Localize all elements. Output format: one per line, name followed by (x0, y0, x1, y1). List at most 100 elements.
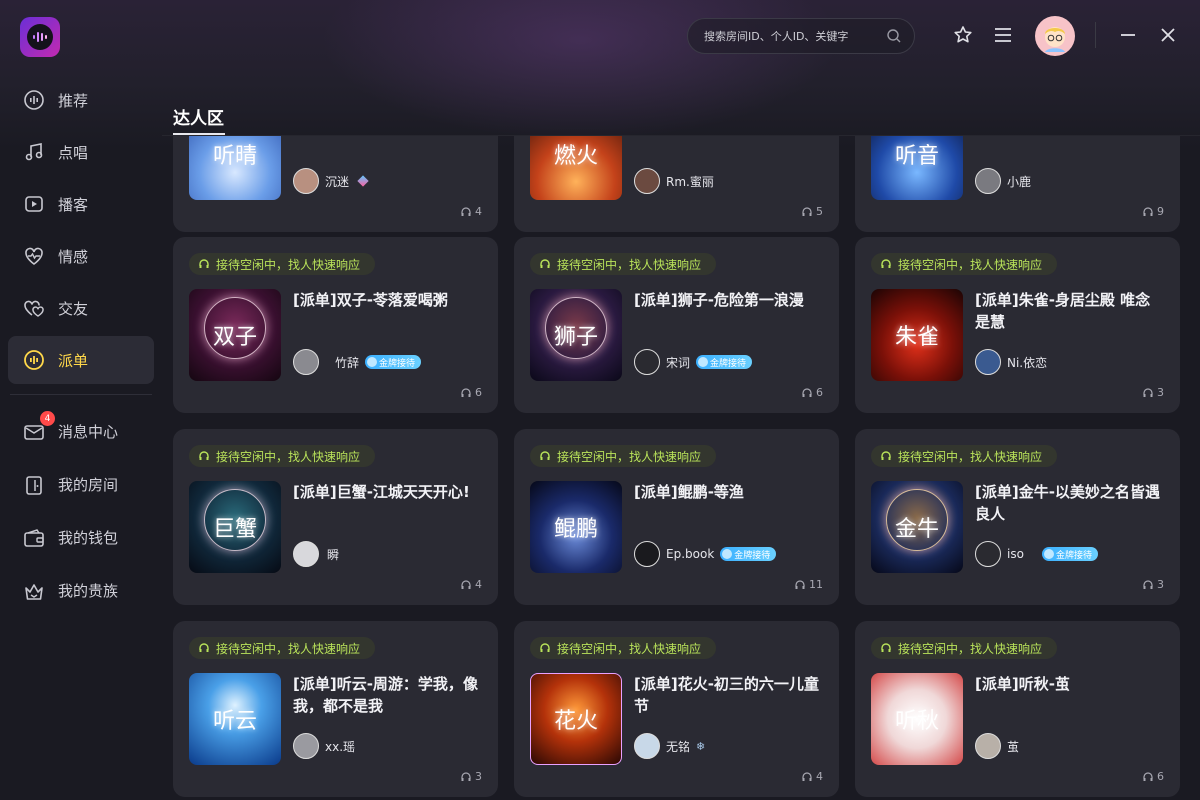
room-card[interactable]: 接待空闲中，找人快速响应 金牛 [派单]金牛-以美妙之名皆遇良人 iso 金牌接… (855, 429, 1180, 605)
status-tag: 接待空闲中，找人快速响应 (189, 637, 376, 659)
snowflake-icon: ❄ (696, 739, 706, 753)
headset-icon (198, 642, 210, 654)
listener-count: 4 (801, 770, 823, 783)
status-tag: 接待空闲中，找人快速响应 (189, 253, 376, 275)
room-title: [派单]花火-初三的六一儿童节 (634, 675, 819, 715)
room-host: Rm.蜜丽 (634, 168, 720, 194)
room-cover: 鲲鹏 (530, 481, 622, 573)
room-card[interactable]: 接待空闲中，找人快速响应 听云 [派单]听云-周游：学我，像我，都不是我 xx.… (173, 621, 498, 797)
room-card[interactable]: 燃火 Rm.蜜丽 5 (514, 136, 839, 232)
listener-count: 11 (794, 578, 823, 591)
room-host: 小鹿 (975, 168, 1037, 194)
headset-icon (539, 450, 551, 462)
headset-icon (880, 642, 892, 654)
cover-text: 双子 (212, 325, 257, 350)
cover-text: 听云 (212, 709, 257, 734)
room-cover: 燃火 (530, 136, 622, 200)
sidebar-item-recommend[interactable]: 推荐 (8, 76, 154, 124)
sidebar-item-label: 交友 (58, 299, 89, 318)
search-input[interactable]: 搜索房间ID、个人ID、关键字 (687, 18, 915, 54)
cover-text: 花火 (553, 709, 598, 734)
room-host: 瞬 (293, 541, 345, 567)
headset-icon (198, 258, 210, 270)
header-divider (1095, 22, 1096, 48)
wave-icon (22, 88, 46, 112)
room-card[interactable]: 接待空闲中，找人快速响应 狮子 [派单]狮子-危险第一浪漫 宋词 金牌接待 6 (514, 237, 839, 413)
cover-text: 燃火 (553, 144, 598, 169)
favorite-star-icon[interactable] (952, 24, 974, 46)
sidebar-item-wallet[interactable]: 我的钱包 (8, 515, 154, 560)
sidebar-divider (10, 394, 152, 395)
status-tag: 接待空闲中，找人快速响应 (530, 253, 717, 275)
room-cover: 朱雀 (871, 289, 963, 381)
menu-icon[interactable] (992, 24, 1014, 46)
listener-count: 6 (460, 386, 482, 399)
status-tag: 接待空闲中，找人快速响应 (530, 445, 717, 467)
host-avatar (293, 733, 319, 759)
room-host: 茧 (975, 733, 1025, 759)
headset-icon (198, 450, 210, 462)
host-avatar (975, 349, 1001, 375)
host-name: 宋词 (666, 355, 691, 370)
music-note-icon (22, 140, 46, 164)
gold-host-medal: 金牌接待 (365, 355, 422, 369)
sidebar-item-emotion[interactable]: 情感 (8, 232, 154, 280)
search-icon[interactable] (886, 28, 902, 47)
sidebar-item-nobility[interactable]: 我的贵族 (8, 568, 154, 613)
room-card[interactable]: 接待空闲中，找人快速响应 巨蟹 [派单]巨蟹-江城天天开心! 瞬 4 (173, 429, 498, 605)
sidebar-item-dispatch[interactable]: 派单 (8, 336, 154, 384)
sidebar-item-label: 点唱 (58, 143, 89, 162)
sidebar-item-label: 消息中心 (58, 423, 119, 441)
minimize-icon[interactable] (1117, 24, 1139, 46)
sidebar-item-friends[interactable]: 交友 (8, 284, 154, 332)
host-name: 茧 (1007, 739, 1020, 754)
room-card[interactable]: 接待空闲中，找人快速响应 朱雀 [派单]朱雀-身居尘殿 唯念是慧 Ni.依恋 3 (855, 237, 1180, 413)
host-name: 小鹿 (1007, 174, 1032, 189)
room-host: Ni.依恋 (975, 349, 1053, 375)
headphone-icon (801, 206, 813, 218)
listener-count: 3 (1142, 386, 1164, 399)
gem-icon (357, 175, 369, 187)
listener-count: 6 (1142, 770, 1164, 783)
host-avatar (975, 733, 1001, 759)
room-cover: 听秋 (871, 673, 963, 765)
host-name: Ni.依恋 (1007, 355, 1048, 370)
headphone-icon (460, 579, 472, 591)
room-card[interactable]: 听晴 沉迷 4 (173, 136, 498, 232)
headphone-icon (460, 387, 472, 399)
room-card[interactable]: 接待空闲中，找人快速响应 花火 [派单]花火-初三的六一儿童节 无铭 ❄ 4 (514, 621, 839, 797)
cover-text: 鲲鹏 (553, 517, 598, 542)
door-icon (22, 473, 46, 497)
sidebar-item-label: 播客 (58, 195, 89, 214)
listener-count: 9 (1142, 205, 1164, 218)
host-name: Rm.蜜丽 (666, 174, 714, 189)
status-tag: 接待空闲中，找人快速响应 (871, 253, 1058, 275)
room-card[interactable]: 接待空闲中，找人快速响应 听秋 [派单]听秋-茧 茧 6 (855, 621, 1180, 797)
room-title: [派单]巨蟹-江城天天开心! (293, 483, 470, 501)
sidebar-item-label: 派单 (58, 351, 89, 370)
crown-icon (22, 579, 46, 603)
app-logo[interactable] (20, 17, 60, 57)
listener-count: 4 (460, 578, 482, 591)
room-card[interactable]: 接待空闲中，找人快速响应 双子 [派单]双子-苓落爱喝粥 竹辞 金牌接待 6 (173, 237, 498, 413)
host-name: Ep.book (666, 547, 715, 561)
headphone-icon (1142, 387, 1154, 399)
room-card[interactable]: 听音 小鹿 9 (855, 136, 1180, 232)
room-card[interactable]: 接待空闲中，找人快速响应 鲲鹏 [派单]鲲鹏-等渔 Ep.book 金牌接待 1… (514, 429, 839, 605)
sidebar-item-my-room[interactable]: 我的房间 (8, 462, 154, 507)
search-placeholder: 搜索房间ID、个人ID、关键字 (704, 30, 849, 43)
sidebar-item-podcast[interactable]: 播客 (8, 180, 154, 228)
headphone-icon (1142, 206, 1154, 218)
host-avatar (634, 733, 660, 759)
sidebar-item-label: 我的房间 (58, 476, 119, 494)
sidebar-item-messages[interactable]: 4 消息中心 (8, 409, 154, 454)
cover-text: 听晴 (212, 144, 257, 169)
user-avatar[interactable] (1035, 16, 1075, 56)
room-title: [派单]狮子-危险第一浪漫 (634, 291, 804, 309)
sidebar-item-song[interactable]: 点唱 (8, 128, 154, 176)
close-icon[interactable] (1157, 24, 1179, 46)
room-cover: 双子 (189, 289, 281, 381)
room-title: [派单]双子-苓落爱喝粥 (293, 291, 448, 309)
host-avatar (293, 349, 319, 375)
hearts-icon (22, 296, 46, 320)
